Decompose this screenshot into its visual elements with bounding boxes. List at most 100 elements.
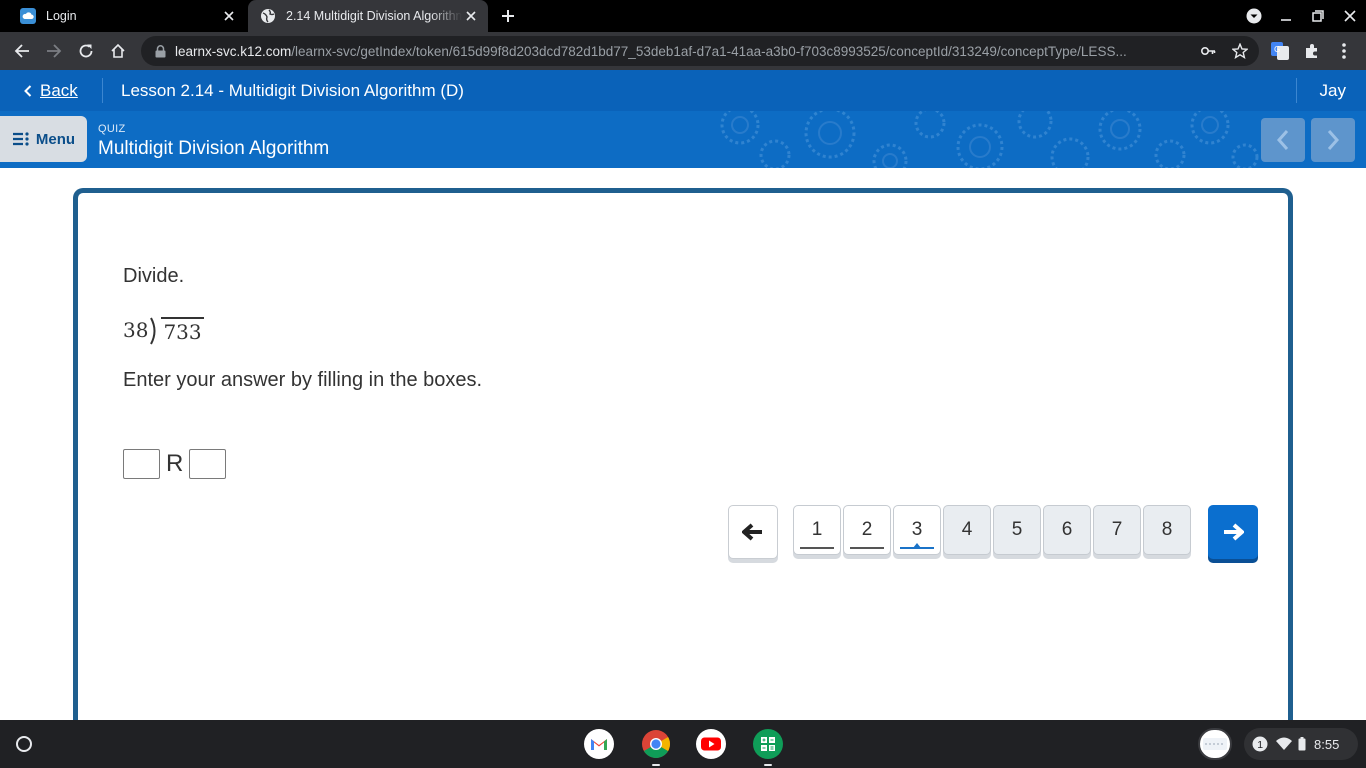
next-question-button[interactable]: [1208, 505, 1258, 559]
home-button[interactable]: [104, 37, 132, 65]
remainder-input[interactable]: [189, 449, 227, 479]
browser-back-button[interactable]: [8, 37, 36, 65]
google-sheets-app[interactable]: [752, 728, 784, 766]
question-number-button[interactable]: 6: [1043, 505, 1091, 555]
clock-time: 8:55: [1314, 736, 1340, 752]
question-number-button[interactable]: 5: [993, 505, 1041, 555]
key-icon[interactable]: [1200, 43, 1216, 59]
restore-button[interactable]: [1302, 0, 1334, 32]
long-division-problem: 38 733: [123, 313, 204, 345]
url-host: learnx-svc.k12.com: [175, 43, 292, 59]
reload-icon: [79, 44, 93, 58]
quotient-input[interactable]: [123, 449, 160, 479]
answered-underline: [800, 546, 834, 549]
chrome-icon: [642, 730, 670, 758]
reload-button[interactable]: [72, 37, 100, 65]
avatar-image-icon: [1203, 738, 1227, 750]
question-number-button[interactable]: 7: [1093, 505, 1141, 555]
gmail-app[interactable]: [583, 728, 615, 760]
close-window-button[interactable]: [1334, 0, 1366, 32]
decorative-gears-pattern: [720, 111, 1259, 168]
instruction-text: Enter your answer by filling in the boxe…: [123, 369, 483, 391]
question-number-label: 1: [811, 519, 823, 540]
user-name[interactable]: Jay: [1320, 70, 1346, 111]
status-tray[interactable]: 1 8:55: [1244, 728, 1358, 760]
lesson-title: Lesson 2.14 - Multidigit Division Algori…: [121, 80, 464, 100]
menu-label: Menu: [35, 130, 76, 148]
answer-row: R: [123, 449, 227, 479]
chevron-right-icon: [1327, 130, 1340, 150]
next-page-button[interactable]: [1311, 118, 1355, 162]
question-number-button[interactable]: 8: [1143, 505, 1191, 555]
close-icon: [1344, 10, 1356, 22]
new-tab-button[interactable]: [498, 6, 518, 26]
quiz-header: Menu QUIZ Multidigit Division Algorithm: [0, 111, 1366, 168]
arrow-right-icon: [47, 44, 62, 58]
os-shelf: 1 8:55: [0, 720, 1366, 768]
divisor: 38: [123, 318, 149, 342]
chrome-app[interactable]: [640, 728, 672, 766]
browser-tab-strip: Login 2.14 Multidigit Division Algorithm: [0, 0, 1366, 32]
battery-icon: [1298, 737, 1306, 751]
divider: [102, 78, 103, 103]
browser-forward-button[interactable]: [40, 37, 68, 65]
close-tab-icon[interactable]: [462, 7, 480, 25]
tab-search-button[interactable]: [1238, 0, 1270, 32]
plus-icon: [502, 10, 514, 22]
back-link[interactable]: Back: [24, 70, 78, 111]
browser-toolbar: learnx-svc.k12.com/learnx-svc/getIndex/t…: [0, 32, 1366, 70]
question-number-label: 5: [1011, 519, 1023, 540]
youtube-icon: [696, 729, 726, 759]
question-number-button[interactable]: 3: [893, 505, 941, 555]
globe-icon: [260, 8, 276, 24]
chevron-left-icon: [1276, 130, 1289, 150]
svg-text:G: G: [1274, 45, 1280, 54]
google-translate-icon[interactable]: G: [1270, 41, 1290, 61]
account-avatar[interactable]: [1198, 728, 1232, 760]
close-tab-icon[interactable]: [220, 7, 238, 25]
tab-title: Login: [46, 9, 77, 23]
running-indicator: [652, 764, 660, 766]
section-label: QUIZ: [98, 123, 126, 135]
question-number-button[interactable]: 1: [793, 505, 841, 555]
question-prompt: Divide.: [123, 265, 185, 287]
question-number-label: 8: [1161, 519, 1173, 540]
remainder-label: R: [166, 450, 184, 477]
address-bar[interactable]: learnx-svc.k12.com/learnx-svc/getIndex/t…: [141, 36, 1259, 66]
question-number-button[interactable]: 4: [943, 505, 991, 555]
lesson-header: Back Lesson 2.14 - Multidigit Division A…: [0, 70, 1366, 111]
youtube-app[interactable]: [695, 728, 727, 760]
running-indicator: [764, 764, 772, 766]
question-number-label: 4: [961, 519, 973, 540]
tab-login[interactable]: Login: [8, 0, 246, 32]
sheets-calculator-icon: [753, 729, 783, 759]
extensions-puzzle-icon[interactable]: [1302, 41, 1322, 61]
arrow-left-icon: [14, 44, 29, 58]
star-icon[interactable]: [1232, 43, 1248, 59]
launcher-circle-icon: [16, 736, 32, 752]
home-icon: [111, 43, 125, 58]
menu-button[interactable]: Menu: [0, 116, 87, 162]
more-vert-icon[interactable]: [1334, 41, 1354, 61]
svg-text:1: 1: [1257, 739, 1263, 751]
question-number-button[interactable]: 2: [843, 505, 891, 555]
question-number-label: 6: [1061, 519, 1073, 540]
arrow-right-icon: [1224, 523, 1244, 541]
back-label: Back: [40, 80, 78, 100]
launcher-button[interactable]: [12, 732, 36, 756]
menu-list-icon: [12, 132, 30, 146]
question-card: Divide. 38 733 Enter your answer by fill…: [73, 188, 1293, 748]
wifi-icon: [1276, 737, 1292, 751]
lock-icon: [153, 44, 167, 58]
current-question-caret: [913, 543, 921, 548]
url-path: /learnx-svc/getIndex/token/615d99f8d203d…: [291, 43, 1127, 59]
gmail-icon: [584, 729, 614, 759]
quiz-title: Multidigit Division Algorithm: [98, 138, 330, 159]
tab-lesson[interactable]: 2.14 Multidigit Division Algorithm: [248, 0, 488, 32]
previous-page-button[interactable]: [1261, 118, 1305, 162]
window-controls: [1238, 0, 1366, 32]
division-bracket: [150, 317, 156, 345]
minimize-button[interactable]: [1270, 0, 1302, 32]
url-text: learnx-svc.k12.com/learnx-svc/getIndex/t…: [175, 44, 1185, 59]
previous-question-button[interactable]: [728, 505, 778, 559]
